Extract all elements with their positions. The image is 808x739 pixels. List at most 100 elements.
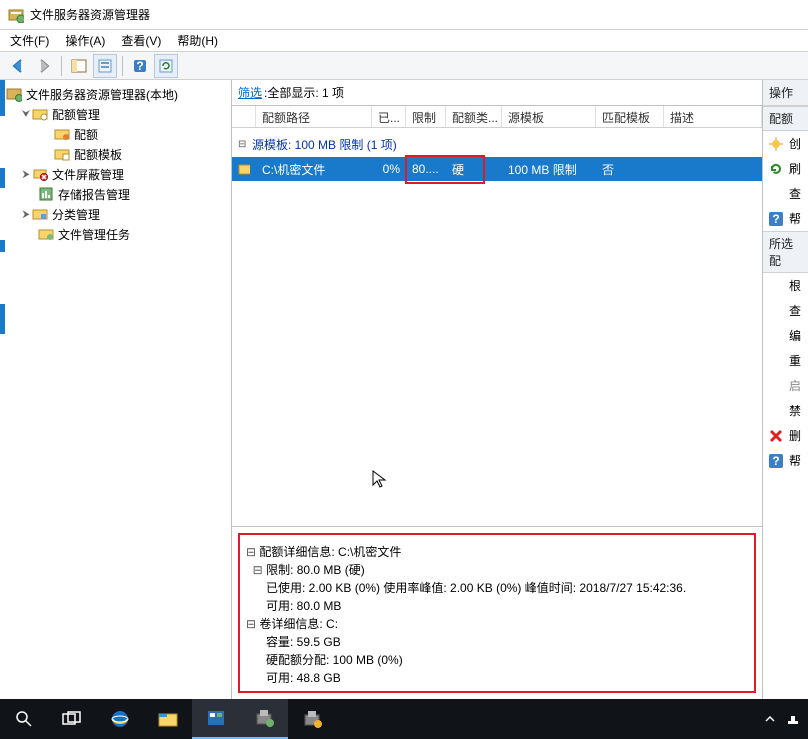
tree-quota-label: 配额	[74, 126, 98, 143]
quota-icon	[54, 126, 70, 142]
action-reset[interactable]: 重	[763, 348, 808, 373]
action-by-root-label: 根	[789, 277, 801, 294]
col-limit[interactable]: 限制	[406, 106, 446, 127]
row-path: C:\机密文件	[256, 161, 372, 178]
tray-network-icon[interactable]	[786, 712, 800, 726]
actions-sub-quota: 配额	[763, 106, 808, 131]
content-pane: 筛选 :全部显示: 1 项 配额路径 已... 限制 配额类... 源模板 匹配…	[232, 80, 763, 699]
action-help[interactable]: ?帮	[763, 206, 808, 231]
collapse-icon[interactable]: ⮟	[20, 109, 32, 120]
actions-header: 操作	[763, 80, 808, 106]
action-disable[interactable]: 禁	[763, 398, 808, 423]
action-edit-label: 编	[789, 327, 801, 344]
col-desc[interactable]: 描述	[664, 106, 762, 127]
taskbar	[0, 699, 808, 739]
quota-row[interactable]: C:\机密文件 0% 80.... 硬 100 MB 限制 否	[232, 157, 762, 181]
action-refresh-label: 刷	[789, 160, 801, 177]
action-create[interactable]: 创	[763, 131, 808, 156]
tree-file-tasks[interactable]: 文件管理任务	[2, 224, 229, 244]
action-help2-label: 帮	[789, 452, 801, 469]
nav-tree: 文件服务器资源管理器(本地) ⮟ 配额管理 配额 配额模板 ⮞ 文件屏蔽管理 存…	[0, 80, 232, 699]
details-box: ⊟ 配额详细信息: C:\机密文件 ⊟ 限制: 80.0 MB (硬) 已使用:…	[238, 533, 756, 693]
taskbar-search[interactable]	[0, 699, 48, 739]
tray-chevron-up-icon[interactable]	[764, 713, 776, 725]
detail-used: 已使用: 2.00 KB (0%) 使用率峰值: 2.00 KB (0%) 峰值…	[266, 581, 686, 595]
menu-bar: 文件(F) 操作(A) 查看(V) 帮助(H)	[0, 30, 808, 52]
action-refresh[interactable]: 刷	[763, 156, 808, 181]
tree-storage-reports[interactable]: 存储报告管理	[2, 184, 229, 204]
show-hide-tree-button[interactable]	[67, 54, 91, 78]
row-used: 0%	[372, 162, 406, 176]
col-type[interactable]: 配额类...	[446, 106, 502, 127]
menu-action[interactable]: 操作(A)	[65, 32, 105, 49]
tree-file-screen-label: 文件屏蔽管理	[52, 166, 124, 183]
forward-button[interactable]	[32, 54, 56, 78]
detail-limit: 限制: 80.0 MB (硬)	[266, 563, 365, 577]
expand-icon[interactable]: ⮞	[20, 169, 32, 180]
col-src-tpl[interactable]: 源模板	[502, 106, 596, 127]
detail-capacity: 容量: 59.5 GB	[266, 635, 341, 649]
system-tray[interactable]	[764, 712, 808, 726]
detail-quota-heading: 配额详细信息: C:\机密文件	[259, 545, 401, 559]
detail-hard-alloc: 硬配额分配: 100 MB (0%)	[266, 653, 403, 667]
action-view-label: 查	[789, 185, 801, 202]
action-by-root[interactable]: 根	[763, 273, 808, 298]
help-icon: ?	[769, 212, 783, 226]
taskbar-taskview[interactable]	[48, 699, 96, 739]
tasks-icon	[38, 226, 54, 242]
action-view[interactable]: 查	[763, 181, 808, 206]
action-help2[interactable]: ?帮	[763, 448, 808, 473]
report-icon	[38, 186, 54, 202]
row-icon	[232, 161, 256, 177]
tree-root[interactable]: 文件服务器资源管理器(本地)	[2, 84, 229, 104]
menu-file[interactable]: 文件(F)	[10, 32, 49, 49]
help-button[interactable]: ?	[128, 54, 152, 78]
window-titlebar: 文件服务器资源管理器	[0, 0, 808, 30]
menu-view[interactable]: 查看(V)	[121, 32, 161, 49]
group-header[interactable]: ⊟ 源模板: 100 MB 限制 (1 项)	[232, 132, 762, 157]
toolbar-separator	[61, 56, 62, 76]
action-delete-label: 删	[789, 427, 801, 444]
tree-classification-label: 分类管理	[52, 206, 100, 223]
back-button[interactable]	[6, 54, 30, 78]
taskbar-app2[interactable]	[240, 699, 288, 739]
svg-text:?: ?	[136, 59, 143, 73]
filter-status: :全部显示: 1 项	[264, 84, 344, 101]
delete-icon	[769, 429, 783, 443]
actions-sub-selected: 所选配	[763, 231, 808, 273]
taskbar-ie[interactable]	[96, 699, 144, 739]
col-expand[interactable]	[232, 106, 256, 127]
action-disable-label: 禁	[789, 402, 801, 419]
tree-quota-tpl[interactable]: 配额模板	[2, 144, 229, 164]
taskbar-explorer[interactable]	[144, 699, 192, 739]
help-icon: ?	[769, 454, 783, 468]
action-enable[interactable]: 启	[763, 373, 808, 398]
action-delete[interactable]: 删	[763, 423, 808, 448]
menu-help[interactable]: 帮助(H)	[177, 32, 218, 49]
tree-file-screen[interactable]: ⮞ 文件屏蔽管理	[2, 164, 229, 184]
col-path[interactable]: 配额路径	[256, 106, 372, 127]
tree-quota[interactable]: 配额	[2, 124, 229, 144]
detail-vol-free: 可用: 48.8 GB	[266, 671, 341, 685]
window-title: 文件服务器资源管理器	[30, 6, 150, 23]
row-src-tpl: 100 MB 限制	[502, 161, 596, 178]
tree-classification[interactable]: ⮞ 分类管理	[2, 204, 229, 224]
group-collapse-icon[interactable]: ⊟	[238, 139, 252, 150]
detail-free: 可用: 80.0 MB	[266, 599, 341, 613]
taskbar-app1[interactable]	[192, 699, 240, 739]
taskbar-app3[interactable]	[288, 699, 336, 739]
action-view2[interactable]: 查	[763, 298, 808, 323]
col-match-tpl[interactable]: 匹配模板	[596, 106, 664, 127]
main-area: 文件服务器资源管理器(本地) ⮟ 配额管理 配额 配额模板 ⮞ 文件屏蔽管理 存…	[0, 80, 808, 699]
expand-icon[interactable]: ⮞	[20, 209, 32, 220]
tree-quota-mgmt[interactable]: ⮟ 配额管理	[2, 104, 229, 124]
col-used[interactable]: 已...	[372, 106, 406, 127]
refresh-button[interactable]	[154, 54, 178, 78]
filter-link[interactable]: 筛选	[238, 84, 262, 101]
properties-button[interactable]	[93, 54, 117, 78]
template-icon	[54, 146, 70, 162]
folder-icon	[32, 106, 48, 122]
tag-icon	[32, 206, 48, 222]
action-edit[interactable]: 编	[763, 323, 808, 348]
action-help-label: 帮	[789, 210, 801, 227]
